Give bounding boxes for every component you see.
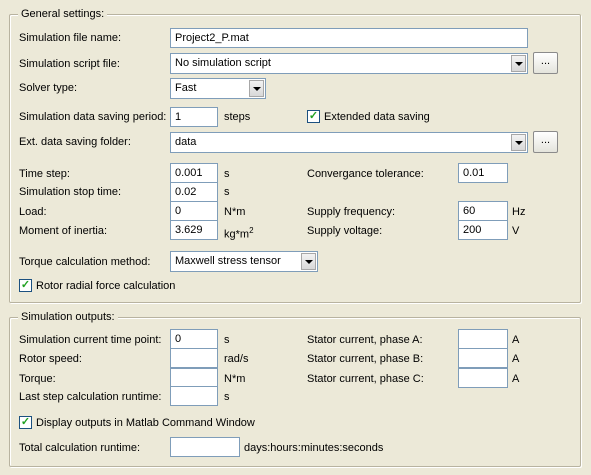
rotor-speed-output: [170, 348, 218, 368]
last-step-label: Last step calculation runtime:: [19, 391, 162, 403]
time-step-label: Time step:: [19, 168, 70, 180]
current-time-unit: s: [224, 334, 230, 346]
inertia-unit-text: kg*m: [224, 228, 250, 241]
extended-saving-label: Extended data saving: [324, 111, 430, 123]
ext-folder-select[interactable]: data: [170, 132, 528, 153]
load-label: Load:: [19, 206, 47, 218]
inertia-unit: kg*m2: [224, 224, 254, 242]
sim-script-value: No simulation script: [175, 57, 271, 69]
current-time-label: Simulation current time point:: [19, 334, 162, 346]
ext-folder-value: data: [175, 136, 197, 148]
general-settings-legend: General settings:: [18, 7, 108, 21]
radial-force-checkbox[interactable]: ✓: [19, 279, 32, 292]
torque-method-select[interactable]: Maxwell stress tensor: [170, 251, 318, 272]
torque-method-value: Maxwell stress tensor: [175, 255, 281, 267]
stop-time-label: Simulation stop time:: [19, 186, 122, 198]
total-runtime-unit: days:hours:minutes:seconds: [244, 442, 384, 454]
inertia-input[interactable]: 3.629: [170, 220, 218, 240]
time-step-unit: s: [224, 168, 230, 180]
torque-output: [170, 368, 218, 388]
chevron-down-icon[interactable]: [249, 80, 264, 97]
sim-script-label: Simulation script file:: [19, 58, 120, 70]
display-matlab-label: Display outputs in Matlab Command Window: [36, 417, 255, 429]
display-matlab-checkbox[interactable]: ✓: [19, 416, 32, 429]
torque-label: Torque:: [19, 373, 56, 385]
tolerance-input[interactable]: 0.01: [458, 163, 508, 183]
rotor-speed-label: Rotor speed:: [19, 353, 82, 365]
last-step-output: [170, 386, 218, 406]
phase-b-unit: A: [512, 353, 520, 365]
phase-a-unit: A: [512, 334, 520, 346]
supply-volt-label: Supply voltage:: [307, 225, 383, 237]
sim-script-browse-button[interactable]: ...: [533, 52, 558, 74]
total-runtime-output: [170, 437, 240, 457]
phase-c-unit: A: [512, 373, 520, 385]
supply-volt-input[interactable]: 200: [458, 220, 508, 240]
saving-period-input[interactable]: 1: [170, 107, 218, 127]
last-step-unit: s: [224, 391, 230, 403]
phase-a-output: [458, 329, 508, 349]
extended-saving-checkbox[interactable]: ✓: [307, 110, 320, 123]
phase-b-label: Stator current, phase B:: [307, 353, 424, 365]
solver-type-value: Fast: [175, 82, 197, 94]
ext-folder-label: Ext. data saving folder:: [19, 136, 131, 148]
rotor-speed-unit: rad/s: [224, 353, 249, 365]
sim-file-name-label: Simulation file name:: [19, 32, 122, 44]
stop-time-unit: s: [224, 186, 230, 198]
tolerance-label: Convergance tolerance:: [307, 168, 424, 180]
ext-folder-browse-button[interactable]: ...: [533, 131, 558, 153]
chevron-down-icon[interactable]: [511, 134, 526, 151]
phase-b-output: [458, 348, 508, 368]
inertia-unit-exponent: 2: [249, 226, 254, 235]
torque-method-label: Torque calculation method:: [19, 256, 151, 268]
load-unit: N*m: [224, 206, 246, 218]
total-runtime-label: Total calculation runtime:: [19, 442, 141, 454]
saving-period-label: Simulation data saving period:: [19, 111, 167, 123]
torque-unit: N*m: [224, 373, 246, 385]
sim-script-select[interactable]: No simulation script: [170, 53, 528, 74]
stop-time-input[interactable]: 0.02: [170, 182, 218, 202]
inertia-label: Moment of inertia:: [19, 225, 108, 237]
saving-period-unit: steps: [224, 111, 251, 123]
simulation-outputs-legend: Simulation outputs:: [18, 310, 118, 324]
time-step-input[interactable]: 0.001: [170, 163, 218, 183]
supply-freq-input[interactable]: 60: [458, 201, 508, 221]
solver-type-select[interactable]: Fast: [170, 78, 266, 99]
chevron-down-icon[interactable]: [511, 55, 526, 72]
chevron-down-icon[interactable]: [301, 253, 316, 270]
phase-c-output: [458, 368, 508, 388]
supply-freq-unit: Hz: [512, 206, 526, 218]
phase-a-label: Stator current, phase A:: [307, 334, 423, 346]
current-time-output: 0: [170, 329, 218, 349]
radial-force-label: Rotor radial force calculation: [36, 280, 176, 292]
solver-type-label: Solver type:: [19, 82, 78, 94]
phase-c-label: Stator current, phase C:: [307, 373, 424, 385]
supply-volt-unit: V: [512, 225, 520, 237]
load-input[interactable]: 0: [170, 201, 218, 221]
supply-freq-label: Supply frequency:: [307, 206, 396, 218]
sim-file-name-input[interactable]: Project2_P.mat: [170, 28, 528, 48]
